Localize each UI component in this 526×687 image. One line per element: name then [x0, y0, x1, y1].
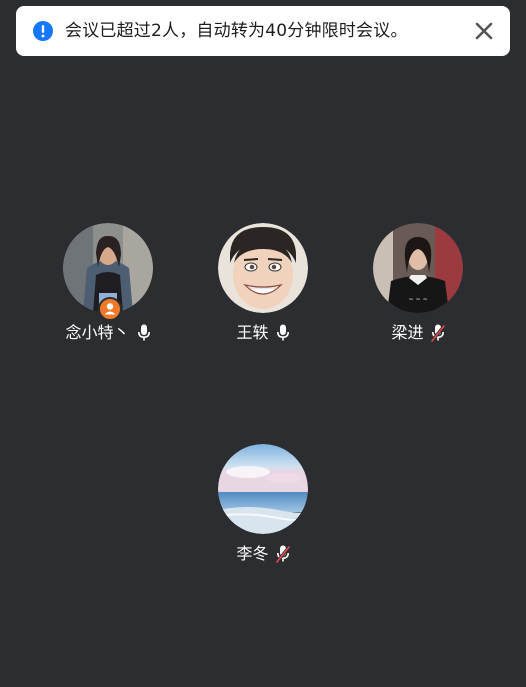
avatar-photo-beach-sky [218, 444, 308, 534]
participant-name: 念小特丶 [65, 323, 130, 342]
participant-tile[interactable]: 念小特丶 [48, 223, 168, 344]
avatar-photo-woman-dark-sweater: ~ ~ ~ [373, 223, 463, 313]
avatar[interactable] [63, 223, 153, 321]
avatar[interactable] [218, 223, 308, 313]
banner-message: 会议已超过2人，自动转为40分钟限时会议。 [65, 21, 408, 41]
participant-name: 梁进 [391, 323, 424, 342]
info-icon [33, 21, 53, 41]
participant-name: 王轶 [236, 323, 269, 342]
svg-text:~ ~ ~: ~ ~ ~ [408, 296, 427, 303]
participant-tile[interactable]: 王轶 [203, 223, 323, 344]
participant-tile[interactable]: ~ ~ ~ 梁进 [358, 223, 478, 344]
host-icon [104, 303, 116, 315]
avatar-cartoon-smiling-man [218, 223, 308, 313]
mic-on-icon[interactable] [276, 324, 290, 342]
avatar[interactable]: ~ ~ ~ [373, 223, 463, 313]
host-badge [98, 297, 122, 321]
mic-muted-icon[interactable] [430, 324, 445, 342]
mic-on-icon[interactable] [137, 324, 151, 342]
close-icon[interactable] [470, 17, 498, 45]
mic-muted-icon[interactable] [275, 545, 290, 563]
participant-tile[interactable]: 李冬 [203, 444, 323, 565]
avatar[interactable] [218, 444, 308, 534]
participant-name: 李冬 [236, 544, 269, 563]
meeting-screen: 会议已超过2人，自动转为40分钟限时会议。 念小特丶 王轶 ~ ~ ~ 梁进 李… [0, 0, 526, 687]
notification-banner: 会议已超过2人，自动转为40分钟限时会议。 [16, 6, 510, 56]
